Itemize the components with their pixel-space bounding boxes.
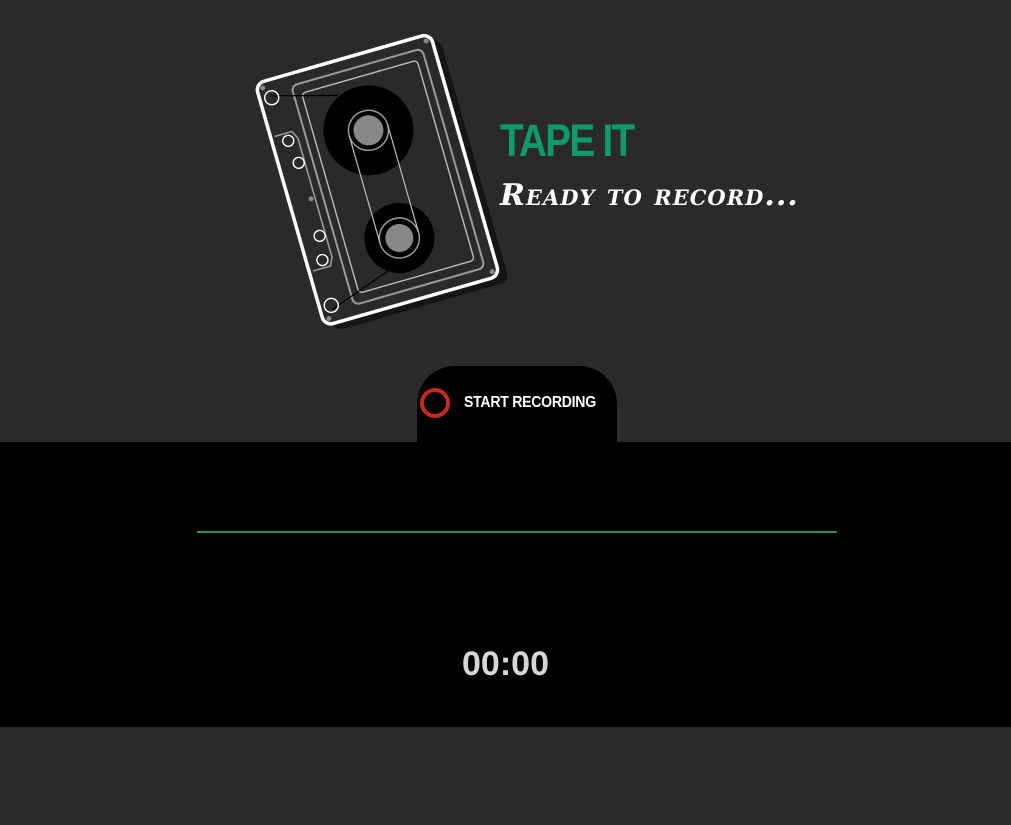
record-circle-icon — [420, 388, 451, 418]
app-root: TAPE IT Ready to record... START RECORDI… — [0, 0, 1011, 825]
recorder-panel: 00:00 — [0, 442, 1011, 727]
record-button-label: START RECORDING — [464, 394, 596, 411]
recording-timer: 00:00 — [462, 645, 549, 683]
start-recording-button[interactable]: START RECORDING — [417, 366, 617, 442]
recording-status: Ready to record... — [500, 178, 799, 213]
waveform-line — [197, 531, 837, 533]
brand-block: TAPE IT Ready to record... — [500, 112, 799, 213]
app-title: TAPE IT — [500, 115, 635, 166]
cassette-tape-icon — [255, 33, 508, 330]
